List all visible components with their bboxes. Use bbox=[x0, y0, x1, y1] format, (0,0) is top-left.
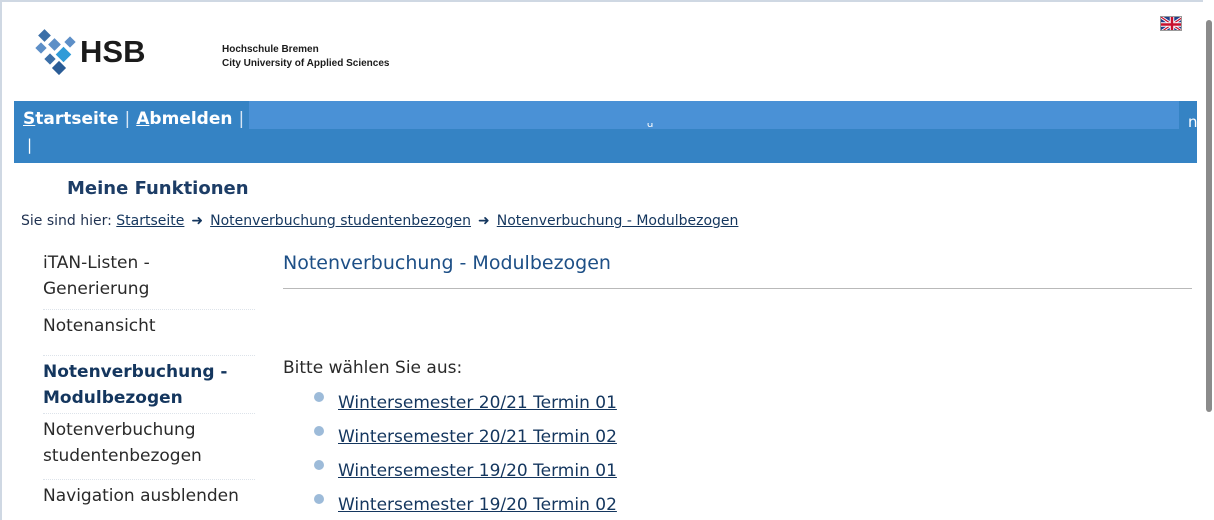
sidebar-item-itan-listen[interactable]: iTAN-Listen - Generierung bbox=[43, 247, 255, 310]
title-divider bbox=[283, 288, 1192, 289]
term-link[interactable]: Wintersemester 20/21 Termin 01 bbox=[338, 393, 617, 413]
breadcrumb-arrow-icon: ➜ bbox=[191, 213, 204, 229]
nav-separator-second-row: | bbox=[27, 136, 33, 154]
breadcrumb: Sie sind hier: Startseite ➜ Notenverbuchun… bbox=[21, 213, 738, 229]
navbar-overlay-panel bbox=[249, 101, 1179, 129]
breadcrumb-prefix: Sie sind hier: bbox=[21, 213, 112, 229]
list-item: Wintersemester 20/21 Termin 01 bbox=[314, 390, 617, 424]
sidebar-item-label: Notenansicht bbox=[43, 316, 156, 336]
nav-abmelden-label: bmelden bbox=[149, 109, 233, 129]
sidebar-item-label: Navigation ausblenden bbox=[43, 486, 239, 506]
sidebar-item-notenverbuchung-modulbezogen[interactable]: Notenverbuchung - Modulbezogen bbox=[43, 356, 255, 414]
sidebar-item-navigation-ausblenden[interactable]: Navigation ausblenden bbox=[43, 480, 255, 515]
nav-link-startseite[interactable]: Startseite bbox=[23, 109, 119, 129]
sidebar-item-label: Notenverbuchung - bbox=[43, 362, 228, 382]
breadcrumb-link-modulbezogen[interactable]: Notenverbuchung - Modulbezogen bbox=[497, 213, 739, 229]
bullet-icon bbox=[314, 426, 324, 436]
uk-flag-icon[interactable] bbox=[1160, 16, 1182, 31]
term-list: Wintersemester 20/21 Termin 01 Wintersem… bbox=[314, 390, 617, 520]
sidebar-item-notenverbuchung-studentenbezogen[interactable]: Notenverbuchung studentenbezogen bbox=[43, 414, 255, 480]
sidebar-item-notenansicht[interactable]: Notenansicht bbox=[43, 310, 255, 356]
navbar-links: Startseite | Abmelden | bbox=[23, 109, 250, 129]
sidebar-nav: iTAN-Listen - Generierung Notenansicht N… bbox=[43, 247, 255, 515]
window-left-border bbox=[0, 0, 2, 520]
list-item: Wintersemester 19/20 Termin 01 bbox=[314, 458, 617, 492]
nav-separator: | bbox=[238, 109, 245, 129]
sidebar-item-label: iTAN-Listen - bbox=[43, 253, 150, 273]
sidebar-item-label: Generierung bbox=[43, 279, 150, 299]
nav-link-abmelden[interactable]: Abmelden bbox=[136, 109, 232, 129]
breadcrumb-arrow-icon: ➜ bbox=[478, 213, 490, 229]
logo-wordmark[interactable]: HSB bbox=[80, 34, 145, 70]
nav-hidden-text-fragment-right: n bbox=[1188, 113, 1198, 131]
term-link[interactable]: Wintersemester 19/20 Termin 02 bbox=[338, 495, 617, 515]
list-item: Wintersemester 20/21 Termin 02 bbox=[314, 424, 617, 458]
nav-hidden-text-fragment: g bbox=[647, 123, 653, 127]
sidebar-item-label: studentenbezogen bbox=[43, 446, 202, 466]
nav-separator: | bbox=[124, 109, 131, 129]
section-title: Meine Funktionen bbox=[67, 178, 249, 199]
nav-startseite-label: tartseite bbox=[35, 109, 119, 129]
term-link[interactable]: Wintersemester 20/21 Termin 02 bbox=[338, 427, 617, 447]
list-item: Wintersemester 19/20 Termin 02 bbox=[314, 492, 617, 520]
bullet-icon bbox=[314, 392, 324, 402]
nav-abmelden-accesskey: A bbox=[136, 109, 150, 129]
bullet-icon bbox=[314, 460, 324, 470]
nav-startseite-accesskey: S bbox=[23, 109, 36, 129]
bullet-icon bbox=[314, 494, 324, 504]
university-name-line1: Hochschule Bremen bbox=[222, 44, 319, 55]
scrollbar-thumb[interactable] bbox=[1206, 20, 1212, 412]
breadcrumb-link-studentenbezogen[interactable]: Notenverbuchung studentenbezogen bbox=[210, 213, 471, 229]
term-link[interactable]: Wintersemester 19/20 Termin 01 bbox=[338, 461, 617, 481]
breadcrumb-link-startseite[interactable]: Startseite bbox=[116, 213, 184, 229]
sidebar-item-label: Modulbezogen bbox=[43, 388, 183, 408]
window-top-border bbox=[0, 0, 1214, 2]
page-title: Notenverbuchung - Modulbezogen bbox=[283, 252, 611, 274]
sidebar-item-label: Notenverbuchung bbox=[43, 420, 196, 440]
selection-prompt: Bitte wählen Sie aus: bbox=[283, 358, 463, 378]
university-name: Hochschule Bremen City University of App… bbox=[222, 43, 389, 71]
university-name-line2: City University of Applied Sciences bbox=[222, 58, 390, 69]
